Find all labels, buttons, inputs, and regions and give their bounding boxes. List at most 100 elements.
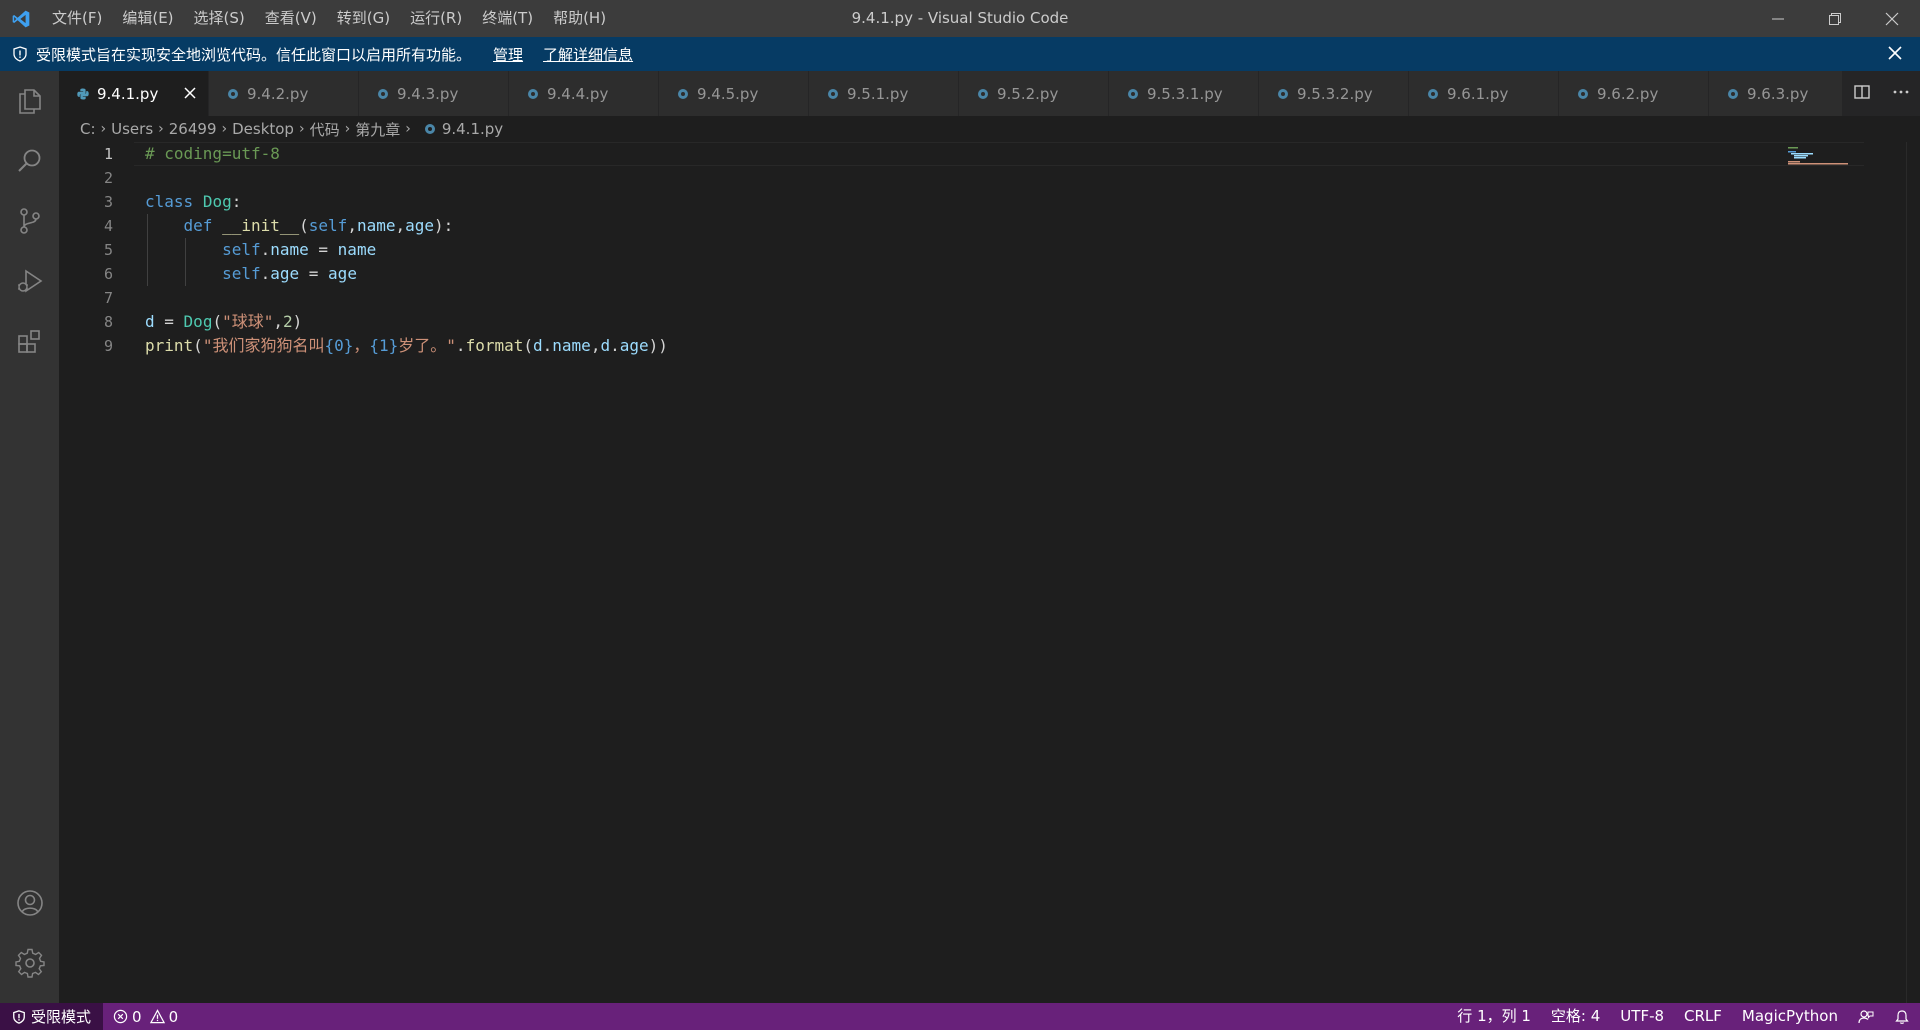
code-text: self.age = age xyxy=(222,264,357,283)
minimize-icon xyxy=(1771,18,1784,19)
chevron-right-icon: › xyxy=(298,121,305,137)
code-line: 7 xyxy=(59,286,1789,310)
vertical-scrollbar[interactable] xyxy=(1906,142,1920,1003)
end-of-line[interactable]: CRLF xyxy=(1674,1003,1732,1030)
tab-label: 9.4.5.py xyxy=(697,84,759,103)
chevron-right-icon: › xyxy=(100,121,107,137)
error-count: 0 xyxy=(132,1007,142,1026)
line-number: 3 xyxy=(103,193,113,211)
cursor-position[interactable]: 行 1，列 1 xyxy=(1447,1003,1541,1030)
breadcrumb-item[interactable]: 第九章 xyxy=(355,119,400,140)
menu-selection[interactable]: 选择(S) xyxy=(184,0,255,37)
tab-9-6-3[interactable]: 9.6.3.py xyxy=(1709,71,1859,116)
more-actions-button[interactable] xyxy=(1892,83,1910,105)
status-bar-right: 行 1，列 1 空格: 4 UTF-8 CRLF MagicPython xyxy=(1447,1003,1920,1030)
code-text: print("我们家狗狗名叫{0}，{1}岁了。".format(d.name,… xyxy=(145,336,668,355)
python-file-icon xyxy=(527,88,539,100)
warning-icon xyxy=(149,1009,165,1024)
restore-icon xyxy=(1828,12,1841,25)
manage-link[interactable]: 管理 xyxy=(493,44,523,65)
line-number: 8 xyxy=(103,313,113,331)
tab-label: 9.5.3.1.py xyxy=(1147,84,1223,103)
line-number: 9 xyxy=(103,337,113,355)
restricted-mode-indicator[interactable]: 受限模式 xyxy=(0,1003,104,1030)
python-file-icon xyxy=(377,88,389,100)
menu-run[interactable]: 运行(R) xyxy=(400,0,472,37)
menu-go[interactable]: 转到(G) xyxy=(327,0,400,37)
python-file-icon xyxy=(1427,88,1439,100)
menu-help[interactable]: 帮助(H) xyxy=(543,0,616,37)
breadcrumb-item[interactable]: Users xyxy=(111,120,153,138)
split-editor-button[interactable] xyxy=(1853,83,1871,105)
tab-9-4-2[interactable]: 9.4.2.py xyxy=(209,71,359,116)
extensions-icon xyxy=(17,330,40,353)
python-file-icon xyxy=(1277,88,1289,100)
manage-button[interactable] xyxy=(0,933,59,993)
breadcrumb-item[interactable]: 代码 xyxy=(310,119,340,140)
breadcrumb-item[interactable]: 9.4.1.py xyxy=(442,120,503,138)
tab-9-4-4[interactable]: 9.4.4.py xyxy=(509,71,659,116)
tab-9-5-2[interactable]: 9.5.2.py xyxy=(959,71,1109,116)
menu-file[interactable]: 文件(F) xyxy=(42,0,112,37)
close-window-button[interactable] xyxy=(1863,0,1920,37)
problems-indicator[interactable]: 0 0 xyxy=(113,1008,178,1026)
menu-terminal[interactable]: 终端(T) xyxy=(472,0,543,37)
tab-9-5-1[interactable]: 9.5.1.py xyxy=(809,71,959,116)
search-button[interactable] xyxy=(0,131,59,191)
python-file-icon xyxy=(424,123,436,135)
code-editor[interactable]: 1 # coding=utf-8 2 3 class Dog: 4 def __… xyxy=(59,142,1920,1003)
breadcrumb-item[interactable]: Desktop xyxy=(232,120,294,138)
tab-actions xyxy=(1842,71,1920,116)
tab-9-5-3-2[interactable]: 9.5.3.2.py xyxy=(1259,71,1409,116)
feedback-button[interactable] xyxy=(1848,1003,1884,1030)
title-bar: 文件(F) 编辑(E) 选择(S) 查看(V) 转到(G) 运行(R) 终端(T… xyxy=(0,0,1920,37)
tab-9-5-3-1[interactable]: 9.5.3.1.py xyxy=(1109,71,1259,116)
code-text: def __init__(self,name,age): xyxy=(183,216,454,235)
gear-icon xyxy=(14,948,45,978)
tab-9-4-3[interactable]: 9.4.3.py xyxy=(359,71,509,116)
restore-button[interactable] xyxy=(1806,0,1863,37)
python-file-icon xyxy=(977,88,989,100)
activity-bar-bottom xyxy=(0,873,59,993)
close-icon xyxy=(1885,12,1898,25)
minimize-button[interactable] xyxy=(1749,0,1806,37)
breadcrumb-item[interactable]: C: xyxy=(80,120,96,138)
breadcrumb-item[interactable]: 26499 xyxy=(169,120,217,138)
vscode-logo-icon xyxy=(0,0,42,37)
menu-edit[interactable]: 编辑(E) xyxy=(112,0,183,37)
learn-more-link[interactable]: 了解详细信息 xyxy=(543,44,633,65)
window-controls xyxy=(1749,0,1920,37)
bell-icon xyxy=(1895,1009,1909,1024)
shield-icon xyxy=(12,46,28,62)
run-debug-button[interactable] xyxy=(0,251,59,311)
language-mode[interactable]: MagicPython xyxy=(1732,1003,1848,1030)
extensions-button[interactable] xyxy=(0,311,59,371)
code-text: class Dog: xyxy=(145,192,242,211)
minimap[interactable] xyxy=(1788,146,1858,176)
accounts-button[interactable] xyxy=(0,873,59,933)
tab-label: 9.4.4.py xyxy=(547,84,609,103)
python-file-icon xyxy=(1127,88,1139,100)
restricted-mode-banner: 受限模式旨在实现安全地浏览代码。信任此窗口以启用所有功能。 管理 了解详细信息 xyxy=(0,37,1920,71)
source-control-icon xyxy=(19,208,40,234)
tab-9-4-5[interactable]: 9.4.5.py xyxy=(659,71,809,116)
notifications-button[interactable] xyxy=(1884,1003,1920,1030)
editor-tabs: 9.4.1.py 9.4.2.py 9.4.3.py 9.4.4.py 9.4.… xyxy=(59,71,1920,116)
tab-label: 9.4.1.py xyxy=(97,84,159,103)
file-encoding[interactable]: UTF-8 xyxy=(1610,1003,1674,1030)
tab-9-6-2[interactable]: 9.6.2.py xyxy=(1559,71,1709,116)
banner-close-button[interactable] xyxy=(1886,44,1904,66)
tab-close-button[interactable] xyxy=(182,85,198,105)
tab-9-6-1[interactable]: 9.6.1.py xyxy=(1409,71,1559,116)
line-number: 7 xyxy=(103,289,113,307)
warning-count: 0 xyxy=(168,1007,179,1026)
menu-bar: 文件(F) 编辑(E) 选择(S) 查看(V) 转到(G) 运行(R) 终端(T… xyxy=(42,0,616,37)
menu-view[interactable]: 查看(V) xyxy=(255,0,327,37)
chevron-right-icon: › xyxy=(158,121,164,137)
run-debug-icon xyxy=(17,269,42,293)
tab-9-4-1[interactable]: 9.4.1.py xyxy=(59,71,209,116)
source-control-button[interactable] xyxy=(0,191,59,251)
explorer-button[interactable] xyxy=(0,71,59,131)
python-file-icon xyxy=(677,88,689,100)
indentation[interactable]: 空格: 4 xyxy=(1541,1003,1610,1030)
